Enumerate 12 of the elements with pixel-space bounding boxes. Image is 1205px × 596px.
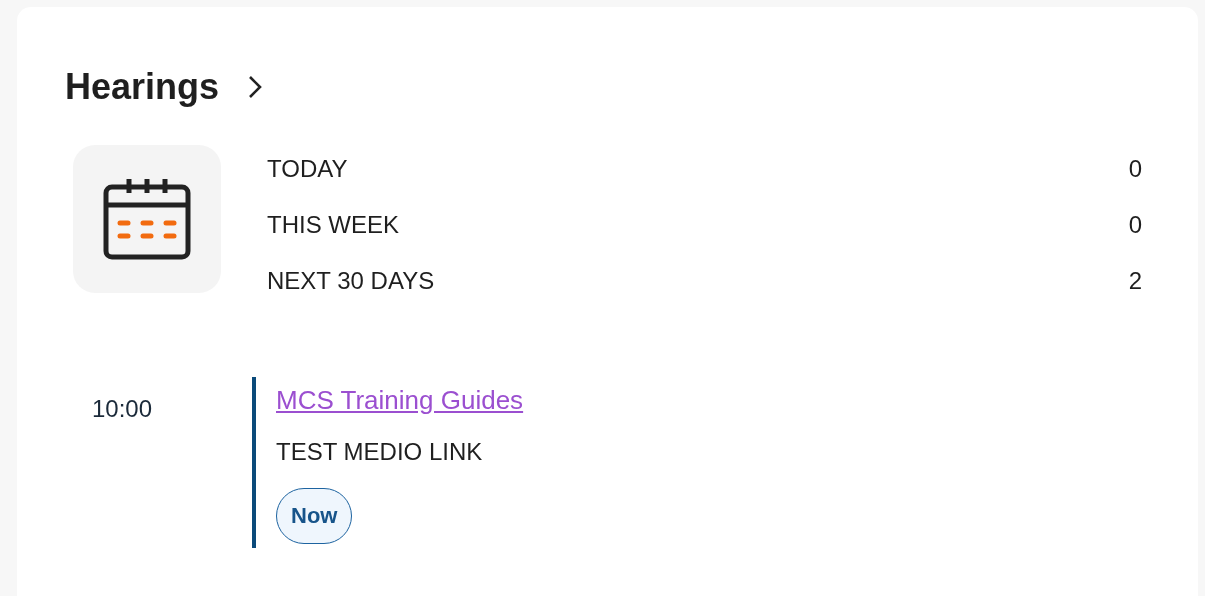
- event-time: 10:00: [92, 395, 153, 422]
- stat-count: 2: [1128, 267, 1142, 295]
- card-title: Hearings: [65, 66, 220, 108]
- calendar-icon: [102, 177, 192, 261]
- event-subtitle: TEST MEDIO LINK: [276, 438, 483, 466]
- stat-label: THIS WEEK: [267, 211, 399, 239]
- event-link[interactable]: MCS Training Guides: [276, 385, 524, 416]
- status-badge: Now: [276, 488, 353, 544]
- stat-label: NEXT 30 DAYS: [267, 267, 435, 295]
- stat-count: 0: [1128, 211, 1142, 239]
- stat-label: TODAY: [267, 155, 348, 183]
- stat-count: 0: [1128, 155, 1142, 183]
